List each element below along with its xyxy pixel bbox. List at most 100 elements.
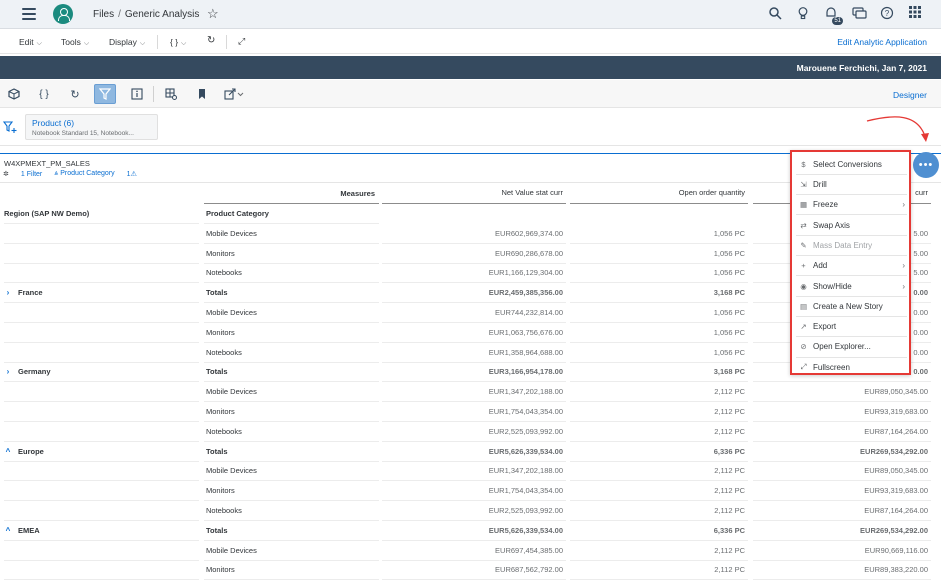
menu-item-freeze[interactable]: ▦ Freeze › — [798, 195, 905, 216]
net-value-cell[interactable]: EUR687,562,792.00 — [382, 561, 566, 581]
open-order-qty-cell[interactable]: 1,056 PC — [570, 323, 748, 343]
third-measure-cell[interactable]: EUR89,050,345.00 — [753, 462, 931, 482]
region-cell[interactable]: ^ EMEA — [4, 521, 199, 541]
open-order-qty-cell[interactable]: 2,112 PC — [570, 462, 748, 482]
table-settings-icon[interactable] — [160, 84, 182, 104]
notifications-icon[interactable]: 51 — [823, 6, 843, 25]
gear-icon[interactable]: ✲ — [3, 170, 9, 178]
menu-item-fullscreen[interactable]: ⤢ Fullscreen — [798, 357, 905, 378]
region-cell[interactable]: › France — [4, 283, 199, 304]
open-order-qty-cell[interactable]: 2,112 PC — [570, 541, 748, 561]
net-value-cell[interactable]: EUR1,166,129,304.00 — [382, 264, 566, 284]
expand-toggle-icon[interactable]: ^ — [4, 447, 12, 456]
filter-count-link[interactable]: 1 Filter — [21, 171, 42, 178]
third-measure-cell[interactable]: EUR89,383,220.00 — [753, 561, 931, 581]
third-measure-cell[interactable]: EUR93,319,683.00 — [753, 481, 931, 502]
third-measure-cell[interactable]: EUR90,669,116.00 — [753, 541, 931, 561]
net-value-cell[interactable]: EUR1,358,964,688.00 — [382, 343, 566, 363]
open-order-qty-cell[interactable]: 2,112 PC — [570, 561, 748, 581]
net-value-cell[interactable]: EUR5,626,339,534.00 — [382, 442, 566, 462]
refresh-icon[interactable]: ↻ — [64, 84, 86, 104]
menu-item-add[interactable]: + Add › — [798, 256, 905, 277]
net-value-cell[interactable]: EUR1,754,043,354.00 — [382, 402, 566, 422]
filter-dimension-link[interactable]: ⩓ Product Category — [54, 170, 114, 178]
favorite-star-icon[interactable]: ☆ — [207, 6, 219, 22]
lightbulb-icon[interactable] — [795, 6, 811, 22]
menu-item-create-a-new-story[interactable]: ▤ Create a New Story — [798, 296, 905, 317]
scripting-menu[interactable]: { } ⌵ — [170, 37, 186, 48]
net-value-cell[interactable]: EUR2,525,093,992.00 — [382, 501, 566, 521]
open-order-qty-cell[interactable]: 3,168 PC — [570, 283, 748, 304]
open-order-qty-cell[interactable]: 6,336 PC — [570, 521, 748, 541]
net-value-cell[interactable]: EUR1,754,043,354.00 — [382, 481, 566, 502]
third-measure-cell[interactable]: EUR269,534,292.00 — [753, 442, 931, 462]
breadcrumb-files[interactable]: Files — [93, 9, 114, 20]
net-value-cell[interactable]: EUR697,454,385.00 — [382, 541, 566, 561]
category-header[interactable]: Product Category — [204, 204, 379, 224]
net-value-cell[interactable]: EUR2,459,385,356.00 — [382, 283, 566, 304]
region-cell[interactable]: ^ Europe — [4, 442, 199, 462]
expand-toggle-icon[interactable]: ^ — [4, 526, 12, 535]
menu-icon[interactable] — [22, 8, 36, 20]
discussions-icon[interactable] — [851, 6, 867, 22]
cube-icon[interactable] — [3, 84, 25, 104]
net-value-cell[interactable]: EUR744,232,814.00 — [382, 303, 566, 323]
net-value-cell[interactable]: EUR602,969,374.00 — [382, 224, 566, 244]
open-order-qty-cell[interactable]: 1,056 PC — [570, 224, 748, 244]
menu-item-select-conversions[interactable]: $ Select Conversions — [798, 154, 905, 175]
filter-icon[interactable] — [94, 84, 116, 104]
edit-menu[interactable]: Edit ⌵ — [19, 37, 42, 48]
avatar[interactable] — [53, 4, 73, 24]
tools-menu[interactable]: Tools ⌵ — [61, 37, 89, 48]
open-order-qty-cell[interactable]: 1,056 PC — [570, 264, 748, 284]
net-value-cell[interactable]: EUR3,166,954,178.00 — [382, 363, 566, 383]
info-icon[interactable] — [126, 84, 148, 104]
region-cell[interactable]: › Germany — [4, 363, 199, 383]
third-measure-cell[interactable]: EUR87,164,264.00 — [753, 501, 931, 521]
share-icon[interactable] — [220, 84, 248, 104]
col-header-net-value[interactable]: Net Value stat curr — [382, 184, 566, 204]
net-value-cell[interactable]: EUR5,626,339,534.00 — [382, 521, 566, 541]
bookmark-icon[interactable] — [191, 84, 213, 104]
third-measure-cell[interactable]: EUR269,534,292.00 — [753, 521, 931, 541]
col-header-open-order-qty[interactable]: Open order quantity — [570, 184, 748, 204]
third-measure-cell[interactable]: EUR93,319,683.00 — [753, 402, 931, 422]
net-value-cell[interactable]: EUR690,286,678.00 — [382, 244, 566, 264]
refresh-icon[interactable]: ↻ — [207, 35, 215, 46]
menu-item-open-explorer[interactable]: ⊘ Open Explorer... — [798, 337, 905, 358]
net-value-cell[interactable]: EUR1,063,756,676.00 — [382, 323, 566, 343]
open-order-qty-cell[interactable]: 3,168 PC — [570, 363, 748, 383]
third-measure-cell[interactable]: EUR89,050,345.00 — [753, 382, 931, 403]
more-actions-button[interactable]: ••• — [913, 152, 939, 178]
open-order-qty-cell[interactable]: 2,112 PC — [570, 422, 748, 442]
display-menu[interactable]: Display ⌵ — [109, 37, 145, 48]
open-order-qty-cell[interactable]: 1,056 PC — [570, 343, 748, 363]
expand-toggle-icon[interactable]: › — [4, 288, 12, 297]
net-value-cell[interactable]: EUR1,347,202,188.00 — [382, 462, 566, 482]
warning-indicator[interactable]: 1⚠ — [127, 170, 137, 178]
search-icon[interactable] — [767, 6, 783, 22]
menu-item-drill[interactable]: ⇲ Drill — [798, 174, 905, 195]
apps-grid-icon[interactable] — [907, 6, 923, 22]
menu-item-swap-axis[interactable]: ⇄ Swap Axis — [798, 215, 905, 236]
menu-item-export[interactable]: ↗ Export — [798, 316, 905, 337]
open-order-qty-cell[interactable]: 1,056 PC — [570, 244, 748, 264]
open-order-qty-cell[interactable]: 2,112 PC — [570, 382, 748, 403]
open-order-qty-cell[interactable]: 2,112 PC — [570, 501, 748, 521]
open-order-qty-cell[interactable]: 2,112 PC — [570, 481, 748, 502]
edit-analytic-application-link[interactable]: Edit Analytic Application — [837, 37, 927, 47]
open-order-qty-cell[interactable]: 1,056 PC — [570, 303, 748, 323]
net-value-cell[interactable]: EUR2,525,093,992.00 — [382, 422, 566, 442]
region-header[interactable]: Region (SAP NW Demo) — [4, 204, 199, 224]
script-icon[interactable]: { } — [33, 84, 55, 104]
fullscreen-icon[interactable]: ⤢ — [238, 36, 245, 47]
menu-item-show-hide[interactable]: ◉ Show/Hide › — [798, 276, 905, 297]
open-order-qty-cell[interactable]: 6,336 PC — [570, 442, 748, 462]
net-value-cell[interactable]: EUR1,347,202,188.00 — [382, 382, 566, 403]
open-order-qty-cell[interactable]: 2,112 PC — [570, 402, 748, 422]
expand-toggle-icon[interactable]: › — [4, 367, 12, 376]
help-icon[interactable]: ? — [879, 6, 895, 22]
third-measure-cell[interactable]: EUR87,164,264.00 — [753, 422, 931, 442]
product-filter-token[interactable]: Product (6) Notebook Standard 15, Notebo… — [25, 114, 158, 140]
add-filter-icon[interactable] — [2, 121, 17, 137]
